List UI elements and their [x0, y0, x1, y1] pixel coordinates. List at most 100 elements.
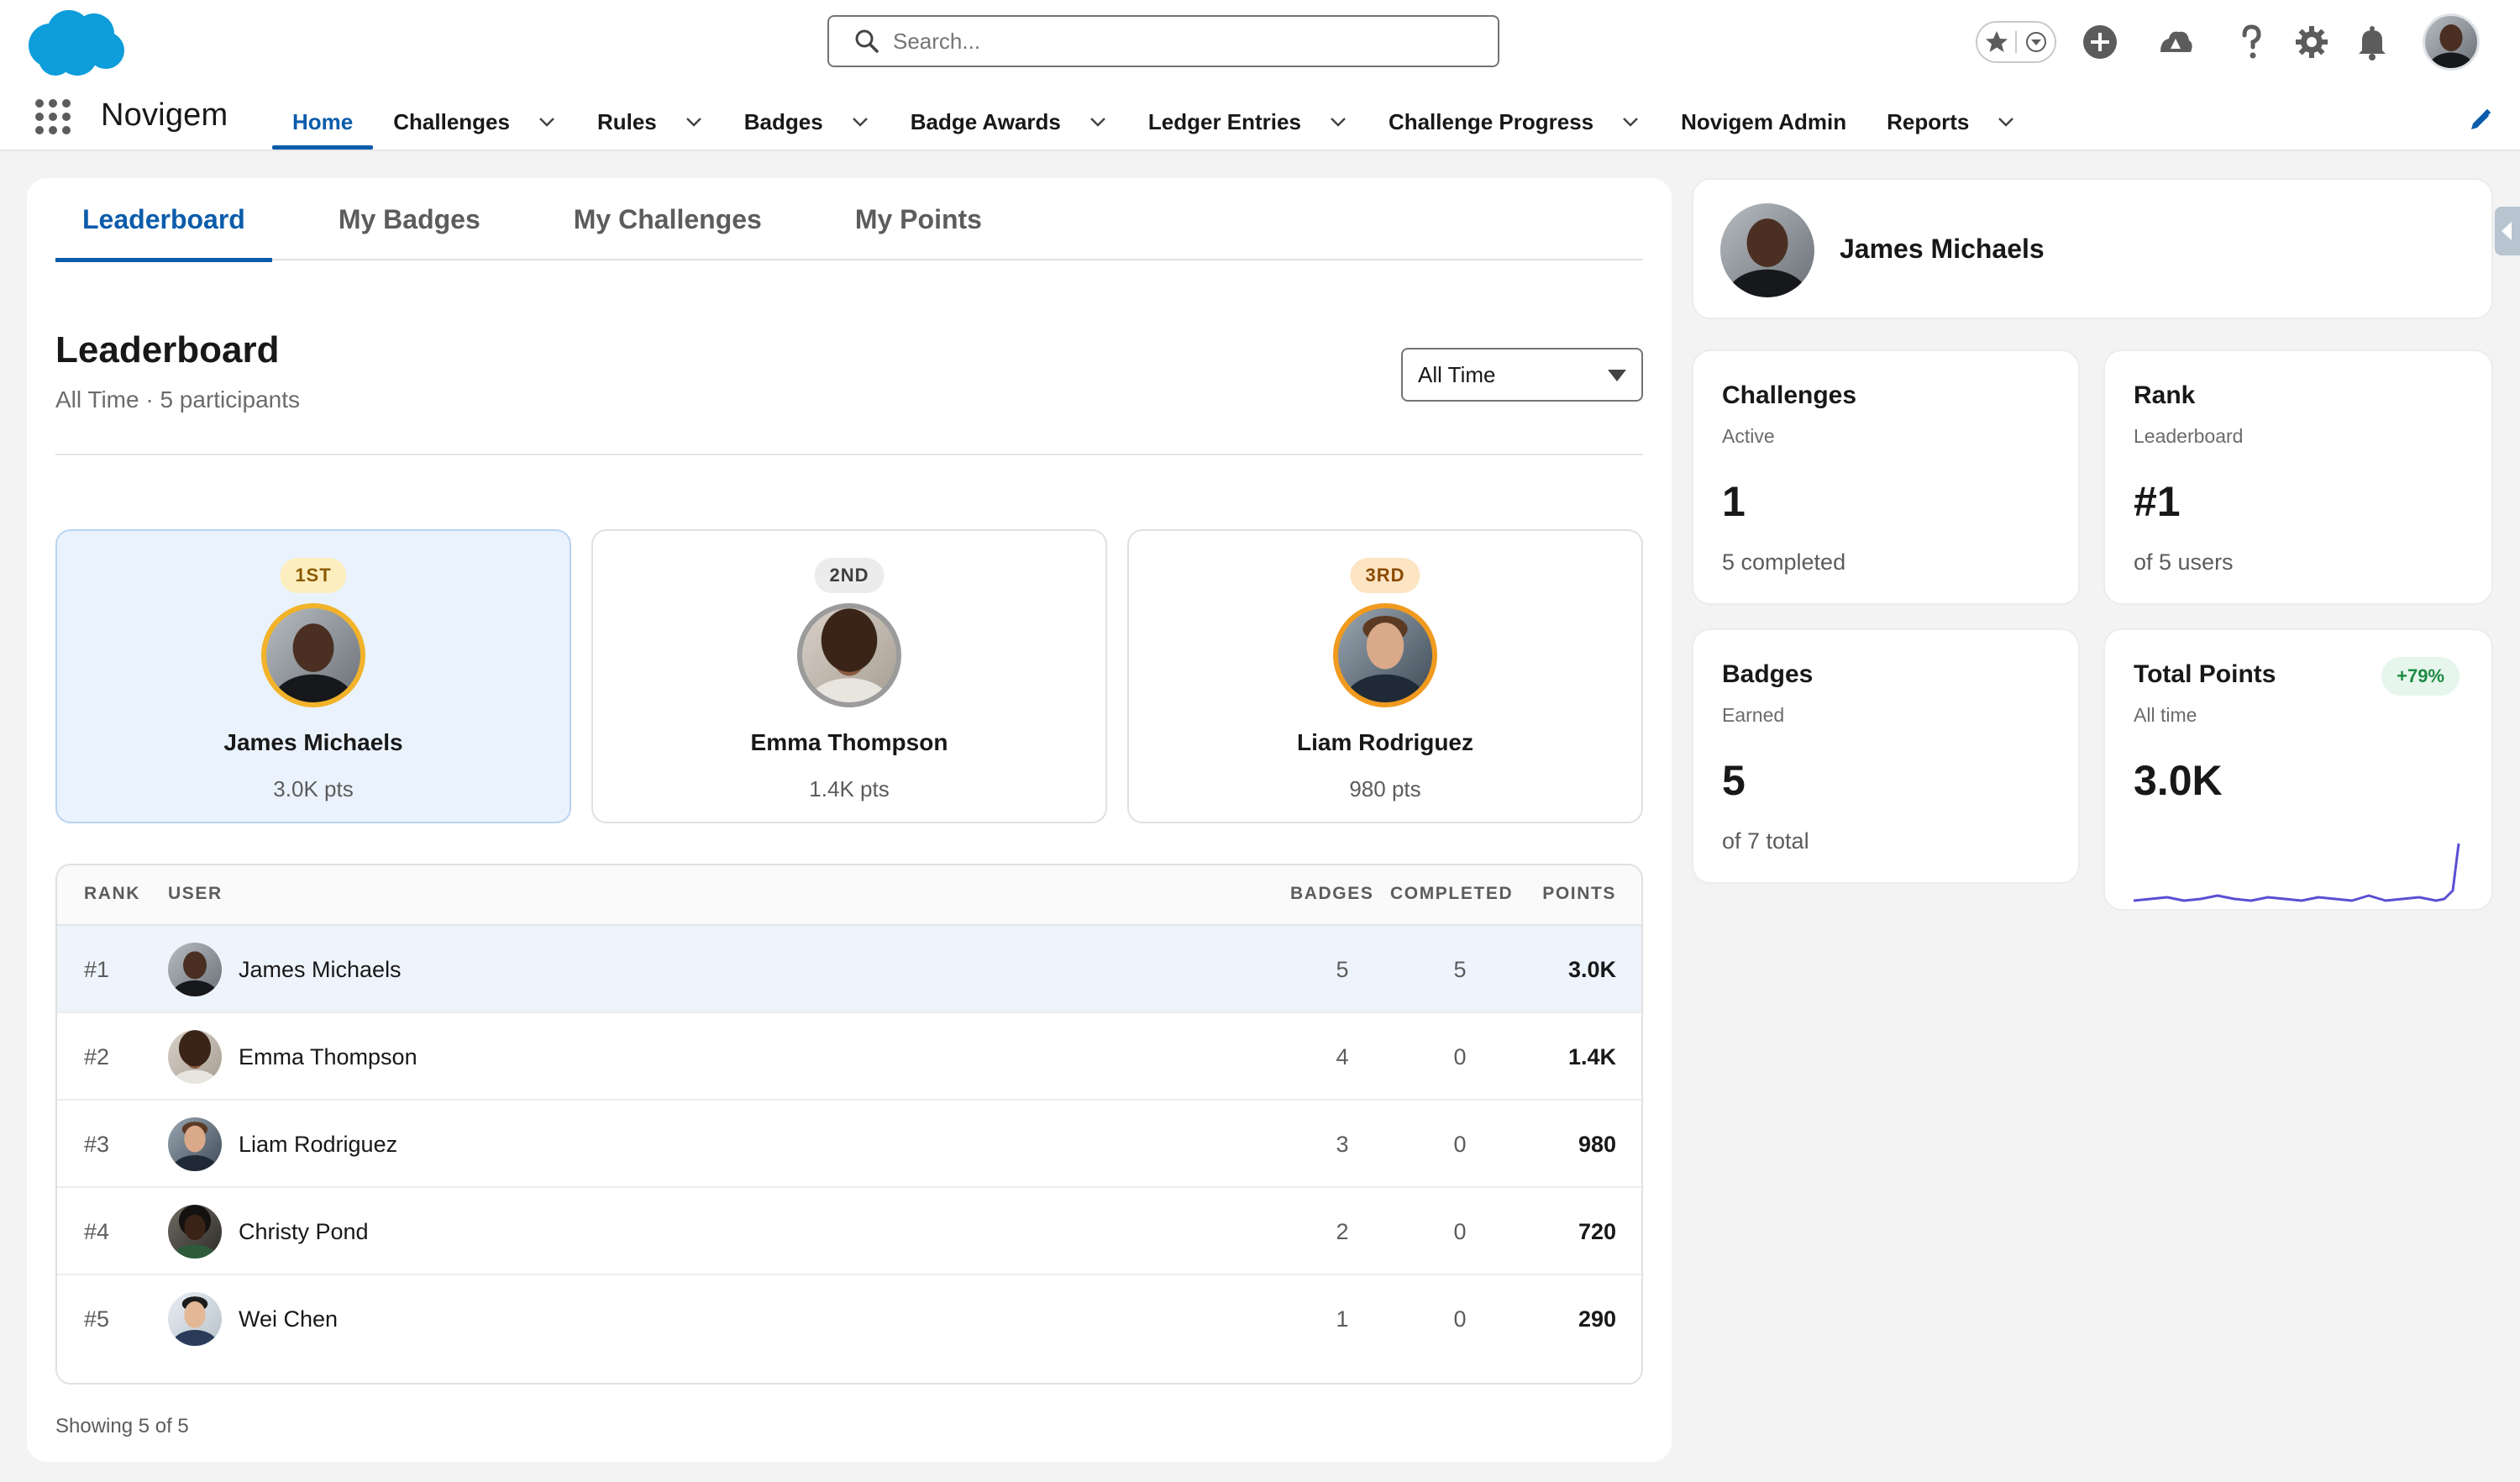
- chevron-down-icon[interactable]: [1328, 112, 1348, 132]
- avatar: [168, 1101, 222, 1188]
- nav-item-label: Home: [292, 108, 354, 134]
- row-badges: 2: [1336, 1218, 1349, 1244]
- edit-nav-pencil-icon[interactable]: [2468, 108, 2493, 133]
- chevron-down-icon[interactable]: [684, 112, 704, 132]
- table-row[interactable]: #5 Wei Chen 1 0 290: [57, 1275, 1641, 1363]
- nav-item-home[interactable]: Home: [272, 94, 374, 150]
- tab-my-points[interactable]: My Points: [828, 178, 1009, 260]
- rank-pill: 3RD: [1350, 558, 1420, 593]
- chevron-down-icon: [2025, 32, 2046, 52]
- column-header-user: USER: [168, 884, 223, 903]
- table-row[interactable]: #1 James Michaels 5 5 3.0K: [57, 926, 1641, 1013]
- table-header: RANK USER BADGES COMPLETED POINTS: [57, 865, 1641, 926]
- stat-footer: of 5 users: [2134, 549, 2234, 575]
- add-icon: [2083, 25, 2117, 59]
- setup-button[interactable]: [2290, 17, 2334, 67]
- global-header: Novigem Home Challenges Rules Badges Badge A…: [0, 0, 2520, 151]
- avatar: [168, 1013, 222, 1101]
- nav-item-ledger-entries[interactable]: Ledger Entries: [1128, 94, 1368, 150]
- row-points: 1.4K: [1567, 1043, 1616, 1069]
- nav-item-rules[interactable]: Rules: [577, 94, 724, 150]
- user-profile-avatar[interactable]: [2423, 13, 2480, 71]
- collapse-panel-tab[interactable]: [2495, 207, 2520, 255]
- chevron-down-icon[interactable]: [1088, 112, 1108, 132]
- column-header-completed: COMPLETED: [1390, 884, 1514, 903]
- nav-item-label: Rules: [596, 108, 657, 134]
- favorites-menu-button[interactable]: [2015, 31, 2055, 53]
- avatar: [168, 1275, 222, 1363]
- challenges-stat-card: Challenges Active 1 5 completed: [1692, 349, 2080, 605]
- period-select[interactable]: All Time: [1401, 348, 1643, 402]
- stat-subtitle: Earned: [1722, 704, 1785, 726]
- table-row[interactable]: #3 Liam Rodriguez 3 0 980: [57, 1101, 1641, 1188]
- row-badges: 1: [1336, 1306, 1349, 1332]
- row-completed: 0: [1453, 1131, 1467, 1157]
- podium-card-third[interactable]: 3RD Liam Rodriguez 980 pts: [1127, 529, 1643, 823]
- nav-item-novigem-admin[interactable]: Novigem Admin: [1661, 94, 1866, 150]
- nav-item-badges[interactable]: Badges: [724, 94, 890, 150]
- chevron-down-icon[interactable]: [1996, 112, 2016, 132]
- table-row[interactable]: #4 Christy Pond 2 0 720: [57, 1188, 1641, 1275]
- podium-card-first[interactable]: 1ST James Michaels 3.0K pts: [55, 529, 571, 823]
- salesforce-logo[interactable]: [25, 7, 126, 77]
- stat-title: Challenges: [1722, 381, 1857, 409]
- nav-item-challenges[interactable]: Challenges: [373, 94, 577, 150]
- leaderboard-card: Leaderboard My Badges My Challenges My P…: [27, 178, 1672, 1462]
- leaderboard-title: Leaderboard: [55, 329, 280, 370]
- stat-title: Total Points: [2134, 660, 2276, 688]
- row-badges: 4: [1336, 1043, 1349, 1069]
- nav-item-reports[interactable]: Reports: [1866, 94, 2036, 150]
- podium-card-second[interactable]: 2ND Emma Thompson 1.4K pts: [591, 529, 1107, 823]
- row-completed: 5: [1453, 956, 1467, 982]
- table-row[interactable]: #2 Emma Thompson 4 0 1.4K: [57, 1013, 1641, 1101]
- row-user-name: Christy Pond: [239, 1218, 369, 1244]
- row-points: 980: [1578, 1131, 1616, 1157]
- row-rank: #1: [84, 956, 110, 982]
- bell-icon: [2359, 26, 2386, 60]
- chevron-down-icon[interactable]: [537, 112, 557, 132]
- stat-value: 5: [1722, 757, 1746, 804]
- tab-my-badges[interactable]: My Badges: [312, 178, 507, 260]
- app-name: Novigem: [101, 97, 228, 133]
- row-badges: 3: [1336, 1131, 1349, 1157]
- podium-points: 3.0K pts: [273, 776, 354, 801]
- nav-item-challenge-progress[interactable]: Challenge Progress: [1368, 94, 1661, 150]
- search-icon: [855, 29, 879, 53]
- rank-pill: 2ND: [814, 558, 885, 593]
- profile-card[interactable]: James Michaels: [1692, 178, 2493, 319]
- stat-title: Rank: [2134, 381, 2196, 409]
- podium-points: 1.4K pts: [809, 776, 890, 801]
- row-badges: 5: [1336, 956, 1349, 982]
- tab-my-challenges[interactable]: My Challenges: [547, 178, 789, 260]
- nav-item-label: Challenges: [393, 108, 510, 134]
- tab-leaderboard[interactable]: Leaderboard: [55, 178, 272, 262]
- podium-name: Emma Thompson: [750, 729, 948, 755]
- stat-value: 3.0K: [2134, 757, 2223, 804]
- column-header-points: POINTS: [1542, 884, 1616, 903]
- trailhead-button[interactable]: [2154, 17, 2197, 67]
- app-launcher-icon[interactable]: [34, 97, 72, 136]
- favorites-star-button[interactable]: [1977, 29, 2015, 55]
- star-icon: [1985, 31, 2008, 52]
- notifications-button[interactable]: [2350, 17, 2394, 67]
- search-input[interactable]: [893, 28, 1464, 55]
- avatar: [797, 603, 901, 707]
- trailhead-icon: [2160, 31, 2192, 52]
- row-points: 720: [1578, 1218, 1616, 1244]
- row-user-name: Emma Thompson: [239, 1043, 417, 1069]
- chevron-down-icon[interactable]: [1620, 112, 1641, 132]
- global-search[interactable]: [827, 15, 1499, 67]
- period-select-value: All Time: [1418, 361, 1496, 387]
- podium-name: James Michaels: [223, 729, 403, 755]
- pagination-summary: Showing 5 of 5: [55, 1415, 189, 1437]
- nav-item-label: Reports: [1887, 108, 1970, 134]
- row-points: 3.0K: [1567, 956, 1616, 982]
- row-rank: #4: [84, 1218, 110, 1244]
- help-button[interactable]: [2229, 17, 2273, 67]
- global-actions-button[interactable]: [2078, 17, 2122, 67]
- nav-item-badge-awards[interactable]: Badge Awards: [890, 94, 1128, 150]
- row-user-name: Liam Rodriguez: [239, 1131, 398, 1157]
- nav-item-label: Novigem Admin: [1681, 108, 1847, 134]
- chevron-down-icon[interactable]: [850, 112, 870, 132]
- podium-points: 980 pts: [1349, 776, 1421, 801]
